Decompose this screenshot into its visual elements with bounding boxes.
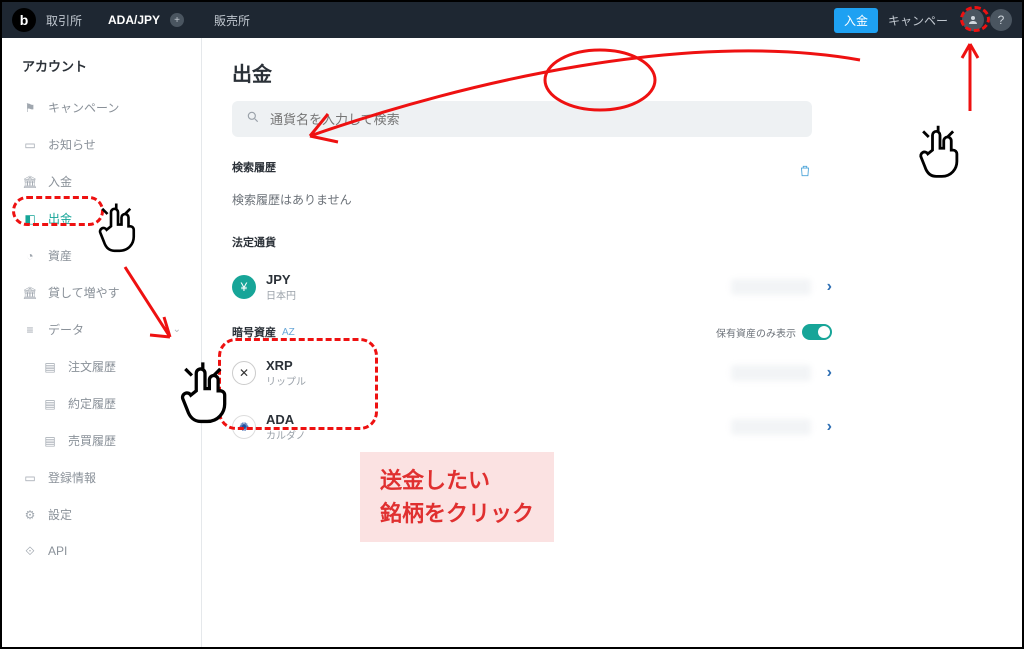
help-icon[interactable]: ? xyxy=(990,9,1012,31)
nav-exchange[interactable]: 取引所 xyxy=(46,12,82,29)
sidebar-item-news[interactable]: ▭ お知らせ xyxy=(2,126,201,163)
bank-icon: 🏛 xyxy=(22,285,38,301)
flag-icon: ⚑ xyxy=(22,100,38,116)
sidebar-item-campaign[interactable]: ⚑ キャンペーン xyxy=(2,89,201,126)
sort-button[interactable]: AZ xyxy=(282,327,295,338)
fiat-label: 法定通貨 xyxy=(232,234,992,250)
currency-row-jpy[interactable]: ¥ JPY 日本円 › xyxy=(232,260,832,314)
clipboard-icon: ▤ xyxy=(42,359,58,375)
search-history-empty: 検索履歴はありません xyxy=(232,191,992,208)
search-history-label: 検索履歴 xyxy=(232,159,276,175)
account-icon[interactable] xyxy=(962,9,984,31)
balance-hidden xyxy=(731,365,811,381)
stack-icon: ≡ xyxy=(22,322,38,338)
sidebar-item-data[interactable]: ≡ データ ⌄ xyxy=(2,311,201,348)
xrp-icon: ✕ xyxy=(232,361,256,385)
sidebar-item-api[interactable]: ⟐ API xyxy=(2,533,201,569)
sidebar-item-trade-history[interactable]: ▤ 売買履歴 xyxy=(2,422,201,459)
sidebar-item-deposit[interactable]: 🏛 入金 xyxy=(2,163,201,200)
bank-icon: 🏛 xyxy=(22,174,38,190)
sidebar-item-withdraw[interactable]: ◧ 出金 xyxy=(2,200,201,237)
pie-icon: ◔ xyxy=(22,248,38,264)
clipboard-icon: ▤ xyxy=(42,433,58,449)
currency-row-xrp[interactable]: ✕ XRP リップル › xyxy=(232,346,832,400)
withdraw-icon: ◧ xyxy=(22,211,38,227)
ada-icon: ✺ xyxy=(232,415,256,439)
sidebar-item-lending[interactable]: 🏛 貸して増やす xyxy=(2,274,201,311)
api-icon: ⟐ xyxy=(22,543,38,559)
chevron-right-icon: › xyxy=(827,364,832,382)
crypto-label: 暗号資産 xyxy=(232,324,276,340)
campaign-link[interactable]: キャンペー xyxy=(888,12,948,29)
search-input[interactable] xyxy=(270,112,798,127)
chevron-right-icon: › xyxy=(827,418,832,436)
jpy-icon: ¥ xyxy=(232,275,256,299)
chevron-down-icon: ⌄ xyxy=(173,324,181,335)
sidebar-title: アカウント xyxy=(2,56,201,89)
balance-hidden xyxy=(731,279,811,295)
main-content: 出金 検索履歴 検索履歴はありません 法定通貨 ¥ JPY 日本円 › xyxy=(202,38,1022,647)
top-bar: b 取引所 ADA/JPY + 販売所 入金 キャンペー ? xyxy=(2,2,1022,38)
balance-hidden xyxy=(731,419,811,435)
page-title: 出金 xyxy=(232,58,992,87)
deposit-button[interactable]: 入金 xyxy=(834,8,878,33)
sidebar-item-execution-history[interactable]: ▤ 約定履歴 xyxy=(2,385,201,422)
nav-sales[interactable]: 販売所 xyxy=(214,12,250,29)
sidebar-item-settings[interactable]: ⚙ 設定 xyxy=(2,496,201,533)
gear-icon: ⚙ xyxy=(22,507,38,523)
clear-history-button[interactable] xyxy=(798,164,812,181)
sidebar-item-registration[interactable]: ▭ 登録情報 xyxy=(2,459,201,496)
search-icon xyxy=(246,110,260,129)
sidebar: アカウント ⚑ キャンペーン ▭ お知らせ 🏛 入金 ◧ 出金 ◔ 資産 🏛 貸… xyxy=(2,38,202,647)
chevron-right-icon: › xyxy=(827,278,832,296)
pair-add-icon[interactable]: + xyxy=(170,13,184,27)
trading-pair[interactable]: ADA/JPY xyxy=(108,13,160,27)
chat-icon: ▭ xyxy=(22,137,38,153)
annotation-callout: 送金したい 銘柄をクリック xyxy=(360,452,554,542)
sidebar-item-order-history[interactable]: ▤ 注文履歴 xyxy=(2,348,201,385)
search-bar[interactable] xyxy=(232,101,812,137)
currency-row-ada[interactable]: ✺ ADA カルダノ › xyxy=(232,400,832,454)
brand-logo[interactable]: b xyxy=(12,8,36,32)
holdings-only-toggle[interactable] xyxy=(802,324,832,340)
clipboard-icon: ▤ xyxy=(42,396,58,412)
id-icon: ▭ xyxy=(22,470,38,486)
holdings-only-label: 保有資産のみ表示 xyxy=(716,325,796,340)
sidebar-item-assets[interactable]: ◔ 資産 xyxy=(2,237,201,274)
